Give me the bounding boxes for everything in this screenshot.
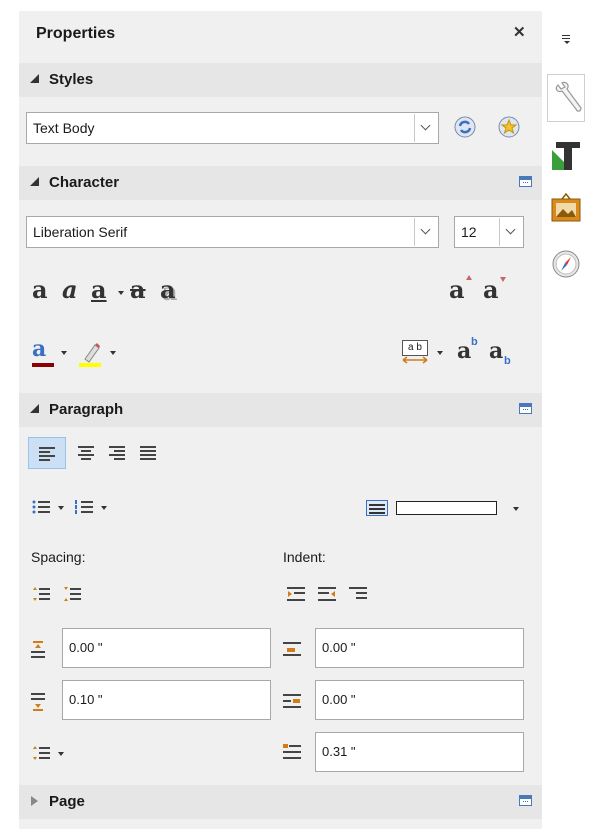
bold-button[interactable]: a	[32, 278, 48, 302]
before-indent-icon	[283, 641, 301, 657]
shrink-arrow-icon	[500, 277, 506, 282]
increase-spacing-icon[interactable]	[32, 586, 50, 602]
tab-properties[interactable]	[547, 74, 585, 122]
first-line-indent-value: 0.31 "	[322, 744, 356, 759]
spacing-dropdown-icon[interactable]	[437, 351, 443, 355]
highlight-color-bar	[79, 363, 101, 367]
chevron-down-icon[interactable]	[499, 218, 522, 246]
paragraph-style-value: Text Body	[33, 120, 95, 136]
before-indent-value: 0.00 "	[322, 640, 356, 655]
align-left-icon	[39, 447, 55, 461]
after-text-indent-field[interactable]: 0.00 "	[315, 680, 524, 720]
expand-icon	[31, 796, 38, 806]
first-line-indent-icon	[283, 744, 301, 760]
wrench-icon	[555, 81, 582, 112]
underline-button[interactable]: a	[91, 278, 107, 302]
font-color-button[interactable]: a	[32, 337, 46, 361]
first-line-indent-field[interactable]: 0.31 "	[315, 732, 524, 772]
bullet-list-icon[interactable]	[32, 500, 50, 514]
above-paragraph-spacing-field[interactable]: 0.00 "	[62, 628, 271, 668]
tab-gallery[interactable]	[551, 193, 581, 223]
collapse-icon	[30, 404, 39, 413]
character-section-header[interactable]: Character	[19, 166, 542, 200]
spacing-label: Spacing:	[31, 549, 86, 565]
paragraph-style-combo[interactable]: Text Body	[26, 112, 439, 144]
superscript-button[interactable]: a	[457, 339, 471, 363]
paragraph-section-header[interactable]: Paragraph	[19, 393, 542, 427]
below-spacing-value: 0.10 "	[69, 692, 103, 707]
update-style-icon[interactable]	[454, 116, 476, 138]
above-spacing-icon	[31, 641, 45, 659]
italic-button[interactable]: a	[62, 278, 78, 302]
tab-navigator[interactable]	[552, 250, 580, 278]
background-dropdown-icon[interactable]	[513, 507, 519, 511]
gallery-icon	[551, 193, 581, 222]
numbered-list-icon[interactable]	[75, 500, 93, 514]
highlight-color-icon[interactable]	[79, 341, 103, 367]
font-name-value: Liberation Serif	[33, 224, 128, 240]
page-section-header[interactable]: Page	[19, 785, 542, 819]
align-left-button[interactable]	[28, 437, 66, 469]
font-color-dropdown-icon[interactable]	[61, 351, 67, 355]
before-text-indent-field[interactable]: 0.00 "	[315, 628, 524, 668]
font-color-bar	[32, 363, 54, 367]
sidebar-menu-icon[interactable]	[562, 32, 572, 44]
page-title: Page	[49, 793, 85, 810]
align-justify-icon[interactable]	[140, 446, 156, 460]
chevron-down-icon[interactable]	[414, 218, 437, 246]
decrease-indent-icon[interactable]	[318, 586, 336, 602]
paragraph-title: Paragraph	[49, 401, 124, 418]
below-spacing-icon	[31, 693, 45, 711]
line-spacing-dropdown-icon[interactable]	[58, 752, 64, 756]
after-indent-icon	[283, 693, 301, 709]
strikethrough-button[interactable]: a	[130, 278, 146, 302]
numbered-list-dropdown-icon[interactable]	[101, 506, 107, 510]
collapse-icon	[30, 177, 39, 186]
font-size-value: 12	[461, 224, 477, 240]
shadow-button[interactable]: a	[160, 278, 176, 302]
properties-panel: Properties ✕ Styles Text Body Character …	[19, 11, 542, 829]
above-spacing-value: 0.00 "	[69, 640, 103, 655]
subscript-button[interactable]: a	[489, 339, 503, 363]
hanging-indent-icon[interactable]	[349, 586, 367, 602]
superscript-mark: b	[471, 336, 478, 348]
align-right-icon[interactable]	[109, 446, 125, 460]
shrink-font-button[interactable]: a	[483, 278, 499, 302]
grow-font-button[interactable]: a	[449, 278, 465, 302]
decrease-spacing-icon[interactable]	[63, 586, 81, 602]
line-spacing-icon[interactable]	[32, 745, 50, 761]
chevron-down-icon[interactable]	[414, 114, 437, 142]
panel-title: Properties	[36, 25, 116, 42]
tab-styles[interactable]	[550, 136, 582, 172]
highlight-dropdown-icon[interactable]	[110, 351, 116, 355]
below-paragraph-spacing-field[interactable]: 0.10 "	[62, 680, 271, 720]
compass-icon	[552, 250, 580, 278]
underline-dropdown-icon[interactable]	[118, 291, 124, 295]
sidebar-tabbar	[542, 0, 590, 830]
collapse-icon	[30, 74, 39, 83]
font-size-combo[interactable]: 12	[454, 216, 524, 248]
styles-icon	[552, 142, 580, 170]
increase-indent-icon[interactable]	[287, 586, 305, 602]
grow-arrow-icon	[466, 275, 472, 280]
more-options-icon[interactable]	[519, 176, 532, 187]
after-indent-value: 0.00 "	[322, 692, 356, 707]
character-spacing-icon[interactable]: a b	[402, 340, 428, 364]
indent-label: Indent:	[283, 549, 326, 565]
styles-title: Styles	[49, 71, 94, 88]
paragraph-background-swatch[interactable]	[396, 501, 497, 515]
more-options-icon[interactable]	[519, 795, 532, 806]
bullet-list-dropdown-icon[interactable]	[58, 506, 64, 510]
align-center-icon[interactable]	[78, 446, 94, 460]
character-title: Character	[49, 174, 120, 191]
font-name-combo[interactable]: Liberation Serif	[26, 216, 439, 248]
paragraph-background-icon[interactable]	[366, 500, 388, 516]
spacing-box: a b	[402, 340, 428, 356]
styles-section-header[interactable]: Styles	[19, 63, 542, 97]
new-style-icon[interactable]	[498, 116, 520, 138]
subscript-mark: b	[504, 355, 511, 367]
more-options-icon[interactable]	[519, 403, 532, 414]
spacing-text: a b	[408, 342, 422, 353]
close-button[interactable]: ✕	[513, 23, 526, 41]
